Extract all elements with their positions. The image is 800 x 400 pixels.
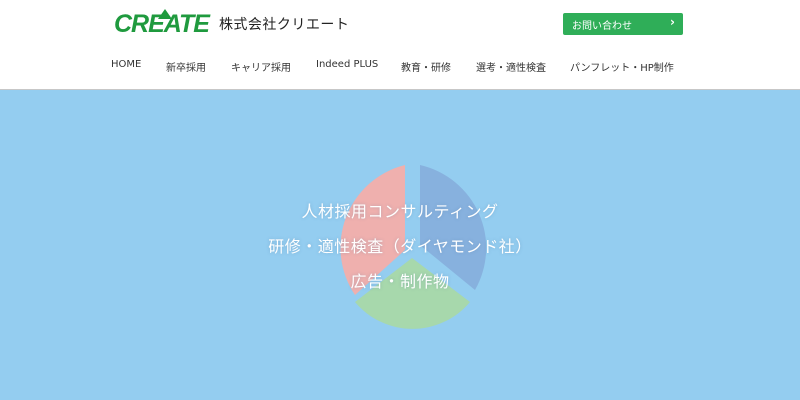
nav-item-aptitude[interactable]: 選考・適性検査 xyxy=(476,59,546,74)
logo-leaf-icon xyxy=(158,8,172,19)
nav-item-new-grad[interactable]: 新卒採用 xyxy=(166,59,206,74)
contact-button-label: お問い合わせ xyxy=(572,20,632,32)
nav-item-career[interactable]: キャリア採用 xyxy=(231,59,291,74)
logo[interactable]: CREATE 株式会社クリエート xyxy=(114,8,350,39)
chevron-right-icon: › xyxy=(670,15,675,29)
logo-mark: CREATE xyxy=(114,8,210,38)
hero-line-advertising: 広告・制作物 xyxy=(350,272,450,291)
contact-button[interactable]: お問い合わせ › xyxy=(563,13,683,35)
hero-banner: 人材採用コンサルティング 研修・適性検査（ダイヤモンド社） 広告・制作物 xyxy=(0,89,800,400)
nav-item-pamphlet[interactable]: パンフレット・HP制作 xyxy=(570,59,674,74)
nav-item-training[interactable]: 教育・研修 xyxy=(401,59,451,74)
main-nav: HOME 新卒採用 キャリア採用 Indeed PLUS 教育・研修 選考・適性… xyxy=(0,56,800,76)
company-name: 株式会社クリエート xyxy=(218,17,350,33)
nav-item-home[interactable]: HOME xyxy=(111,59,141,70)
hero-line-recruitment: 人材採用コンサルティング xyxy=(301,202,499,221)
nav-item-indeed-plus[interactable]: Indeed PLUS xyxy=(316,59,378,70)
site-header: CREATE 株式会社クリエート お問い合わせ › HOME 新卒採用 キャリア… xyxy=(0,0,800,89)
hero-line-training: 研修・適性検査（ダイヤモンド社） xyxy=(268,237,532,256)
